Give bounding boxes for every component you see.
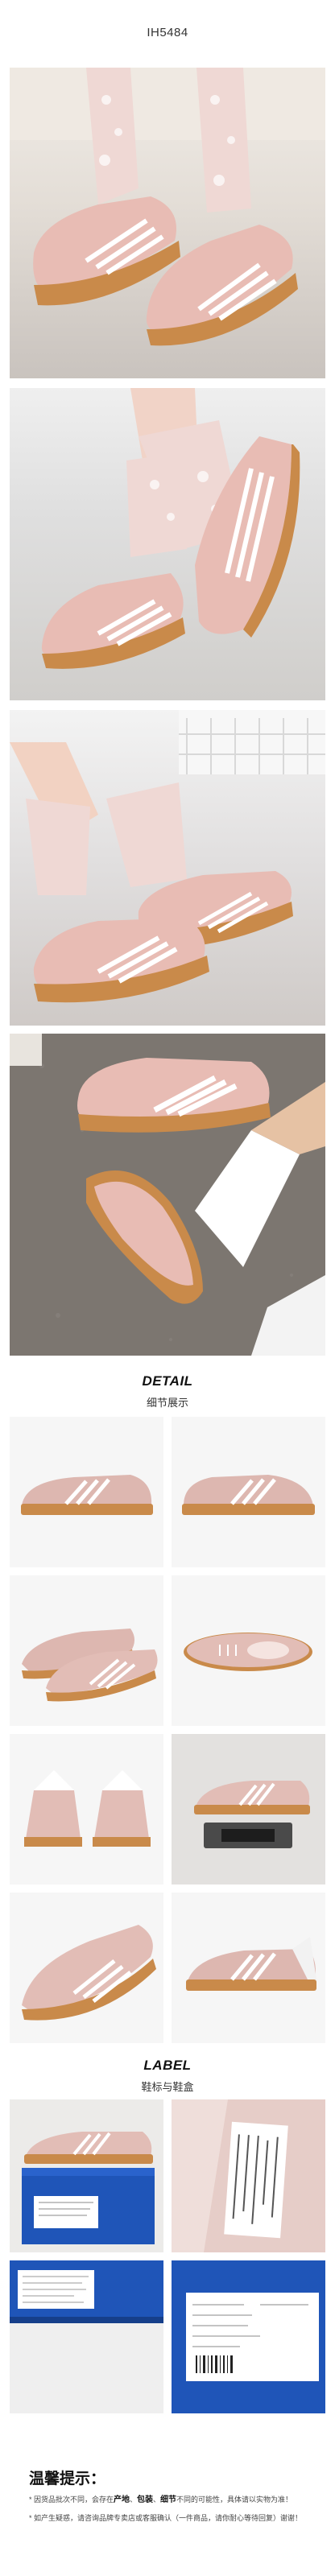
box-sticker-image (172, 2260, 325, 2413)
detail-image-weight (172, 1734, 325, 1885)
detail-image-top-view (172, 1575, 325, 1726)
sneaker-side-view-image (10, 710, 325, 1003)
sneaker-pair-image (10, 68, 325, 346)
detail-title-en: DETAIL (142, 1373, 193, 1389)
label-image-shoe-on-box (10, 2099, 163, 2252)
sneaker-pair-angle-image (22, 1629, 158, 1702)
sneaker-top-view-image (184, 1633, 312, 1671)
sneaker-side-image (182, 1475, 315, 1515)
tips-line-2: * 如产生疑惑，请咨询品牌专卖店或客服确认（一件商品，请你耐心等待回复）谢谢！ (29, 2513, 303, 2522)
sneaker-back-angle-image (186, 1937, 316, 1991)
tips-sep-2: 、 (153, 2496, 161, 2504)
detail-image-back-angle (172, 1893, 325, 2043)
product-photo-1 (10, 68, 325, 378)
sneaker-front-angle-image (22, 1925, 156, 2021)
tips-sep-1: 、 (130, 2496, 138, 2504)
box-label-image (10, 2260, 163, 2413)
tips-heading: 温馨提示： (29, 2471, 106, 2487)
tips-keyword-origin: 产地 (114, 2496, 130, 2504)
sneaker-side-image (21, 1475, 153, 1515)
shoe-box-image (22, 2132, 155, 2244)
detail-image-side-right (172, 1417, 325, 1567)
label-image-box-side (10, 2260, 163, 2413)
warm-tips: 温馨提示： * 因货品批次不同，会存在产地、包装、细节不同的可能性，具体请以实物… (29, 2467, 311, 2524)
product-photo-3 (10, 710, 325, 1026)
detail-image-front-angle (10, 1893, 163, 2043)
sneaker-on-foot-image (41, 388, 300, 669)
detail-title-cn: 细节展示 (146, 1397, 188, 1409)
label-image-tongue-tag (172, 2099, 325, 2252)
product-photo-2 (10, 388, 325, 700)
product-code: IH5484 (147, 26, 188, 39)
tips-line-1: * 因货品批次不同，会存在产地、包装、细节不同的可能性，具体请以实物为准！ (29, 2495, 311, 2507)
detail-image-side-left (10, 1417, 163, 1567)
detail-image-heels (10, 1734, 163, 1885)
product-photo-4 (10, 1034, 325, 1356)
label-title-cn: 鞋标与鞋盒 (141, 2081, 194, 2093)
tips-line-1-suffix: 不同的可能性，具体请以实物为准！ (176, 2496, 293, 2504)
tips-line-1-prefix: * 因货品批次不同，会存在 (29, 2496, 114, 2504)
detail-heading: DETAIL 细节展示 (0, 1373, 335, 1410)
sneaker-sole-view-image (10, 1034, 325, 1356)
tips-keyword-packaging: 包装 (137, 2496, 154, 2504)
tips-keyword-details: 细节 (160, 2496, 177, 2504)
label-image-box-sticker (172, 2260, 325, 2413)
tongue-label-image (172, 2099, 325, 2252)
sneaker-heel-image (24, 1770, 151, 1847)
label-heading: LABEL 鞋标与鞋盒 (0, 2058, 335, 2094)
label-title-en: LABEL (143, 2058, 192, 2073)
detail-image-pair-angle (10, 1575, 163, 1726)
sneaker-on-scale-image (194, 1781, 310, 1848)
